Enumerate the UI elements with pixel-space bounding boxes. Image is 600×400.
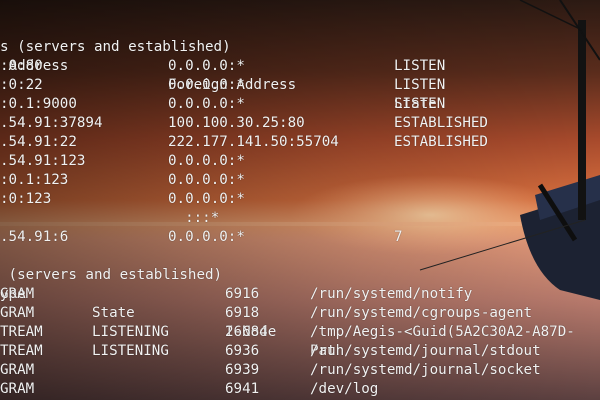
cell-local: :0.1:9000: [0, 96, 77, 112]
cell-foreign: :::*: [168, 210, 220, 226]
cell-foreign: 0.0.0.0:*: [168, 172, 245, 188]
inet-section-heading: s (servers and established): [0, 19, 231, 55]
cell-inode: 6941: [225, 381, 260, 397]
cell-path: /run/systemd/cgroups-agent: [310, 305, 533, 321]
cell-inode: 6916: [225, 286, 260, 302]
cell-local: .54.91:6: [0, 229, 69, 245]
cell-state: LISTEN: [394, 58, 446, 74]
cell-foreign: 0.0.0.0:*: [168, 77, 245, 93]
cell-inode: 6939: [225, 362, 260, 378]
cell-path: /run/systemd/journal/stdout: [310, 343, 541, 359]
cell-type: GRAM: [0, 286, 35, 302]
cell-local: :0.1:123: [0, 172, 69, 188]
cell-path: /tmp/Aegis-<Guid(5A2C30A2-A87D-: [310, 324, 575, 340]
inet-header-row: Address Foreign Address State: [0, 38, 437, 112]
terminal-output: s (servers and established) Address Fore…: [0, 0, 600, 400]
cell-type: GRAM: [0, 305, 35, 321]
unix-section-heading: (servers and established): [0, 247, 223, 283]
cell-inode: 26684: [225, 324, 268, 340]
cell-state: LISTEN: [394, 96, 446, 112]
cell-state: ESTABLISHED: [394, 115, 488, 131]
heading-text: s (servers and established): [0, 39, 231, 55]
cell-local: .54.91:123: [0, 153, 86, 169]
cell-type: TREAM: [0, 324, 43, 340]
cell-local: .54.91:22: [0, 134, 77, 150]
cell-state: LISTENING: [92, 324, 169, 340]
cell-state: ESTABLISHED: [394, 134, 488, 150]
cell-local: .54.91:37894: [0, 115, 103, 131]
cell-inode: 6936: [225, 343, 260, 359]
cell-foreign: 0.0.0.0:*: [168, 96, 245, 112]
cell-path: /run/systemd/notify: [310, 286, 473, 302]
cell-state: LISTEN: [394, 77, 446, 93]
cell-type: TREAM: [0, 343, 43, 359]
cell-path: /run/systemd/journal/socket: [310, 362, 541, 378]
cell-inode: 6918: [225, 305, 260, 321]
cell-state: LISTENING: [92, 343, 169, 359]
cell-foreign: 100.100.30.25:80: [168, 115, 305, 131]
cell-path: /dev/log: [310, 381, 379, 397]
unix-header-row: ype State I-Node Path: [0, 266, 344, 359]
cell-foreign: 0.0.0.0:*: [168, 191, 245, 207]
cell-type: GRAM: [0, 381, 35, 397]
cell-foreign: 0.0.0.0:*: [168, 229, 245, 245]
cell-type: GRAM: [0, 362, 35, 378]
header-state: State: [92, 305, 135, 321]
cell-local: :0:80: [0, 58, 43, 74]
cell-foreign: 0.0.0.0:*: [168, 58, 245, 74]
cell-foreign: 0.0.0.0:*: [168, 153, 245, 169]
cell-foreign: 222.177.141.50:55704: [168, 134, 339, 150]
cell-state: 7: [394, 229, 403, 245]
cell-local: :0:123: [0, 191, 52, 207]
cell-local: :0:22: [0, 77, 43, 93]
